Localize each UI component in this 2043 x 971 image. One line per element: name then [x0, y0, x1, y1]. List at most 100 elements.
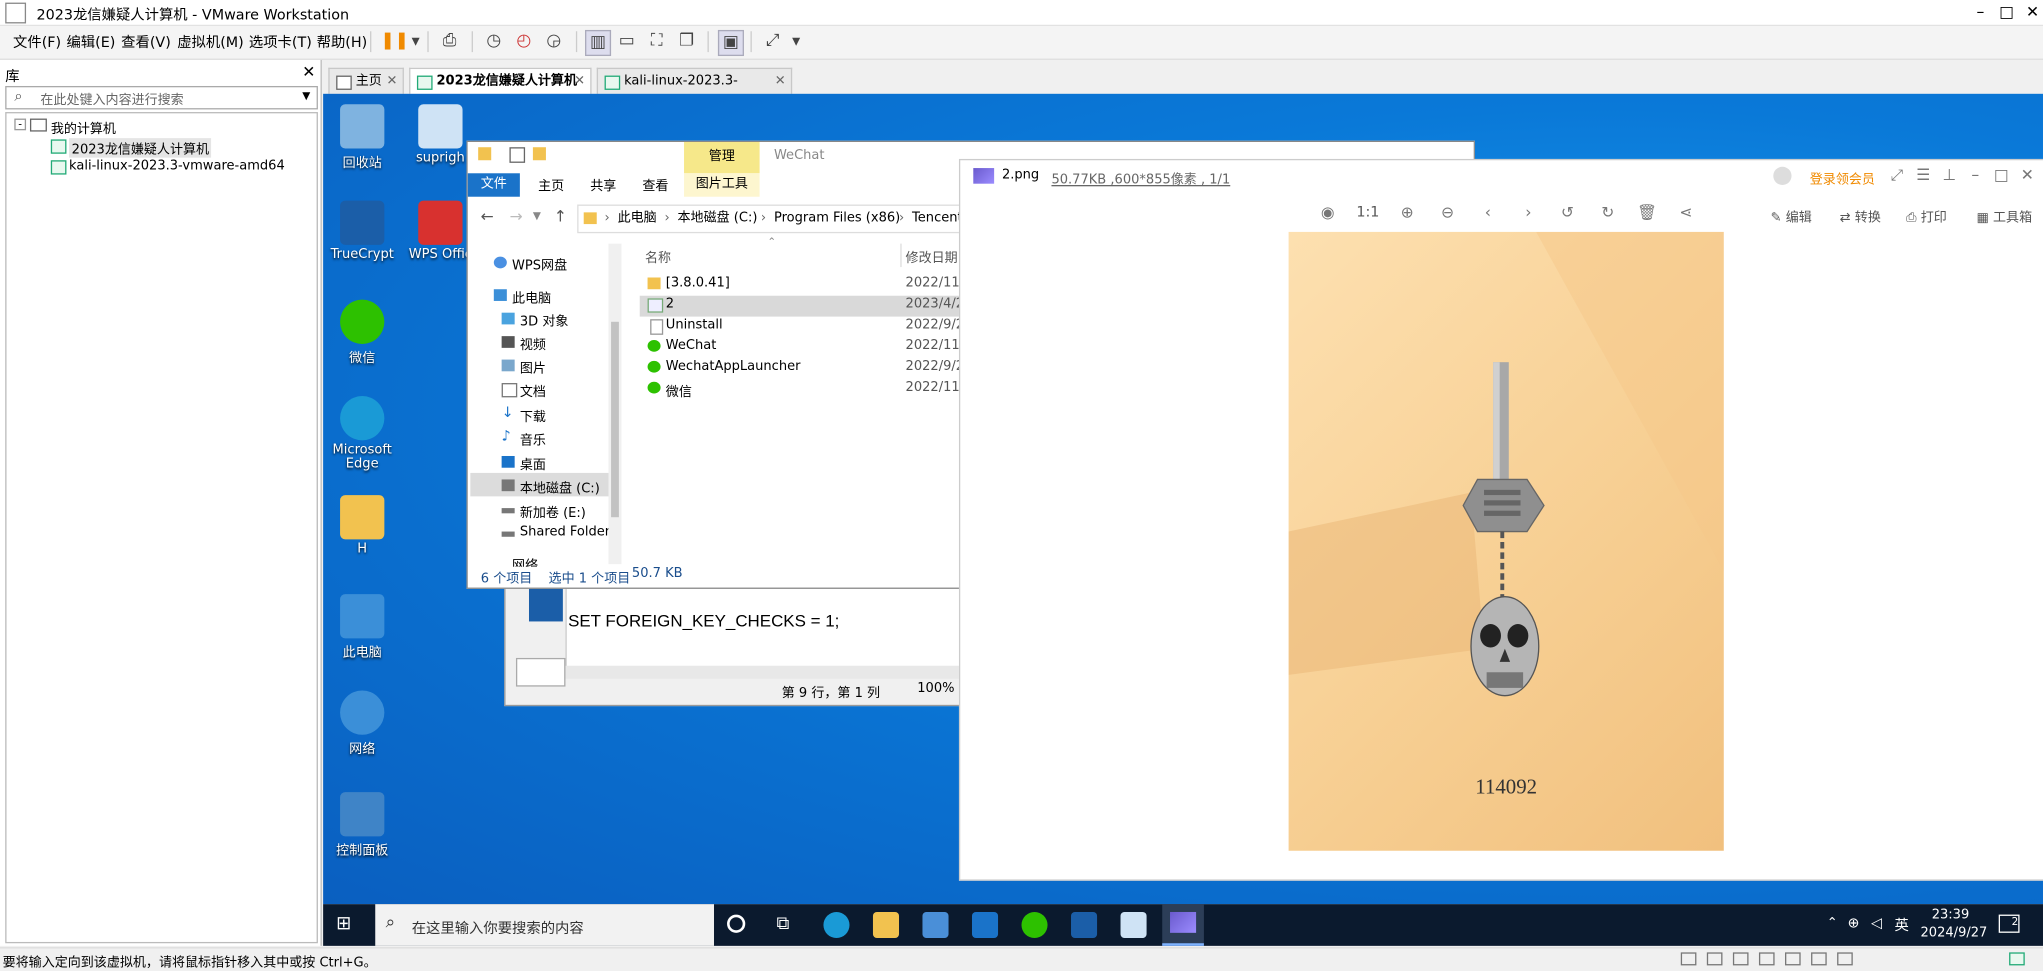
menu-help[interactable]: 帮助(H)	[317, 31, 368, 52]
vm-status-icon[interactable]	[2009, 952, 2025, 966]
ribbon-tab-view[interactable]: 查看	[642, 175, 668, 194]
column-divider[interactable]	[900, 243, 902, 268]
console-icon[interactable]: ▣	[717, 29, 744, 57]
nav-local-disk-c[interactable]: 本地磁盘 (C:)	[501, 477, 600, 496]
edit-button[interactable]: ✎ 编辑	[1771, 206, 1812, 225]
cd-icon[interactable]	[1706, 952, 1723, 966]
print-button[interactable]: ⎙ 打印	[1906, 206, 1947, 225]
nav-downloads[interactable]: ↓ 下载	[502, 404, 546, 425]
new-folder-icon[interactable]	[532, 147, 546, 161]
store-icon[interactable]	[922, 911, 949, 939]
close-tab-icon[interactable]: ✕	[386, 69, 397, 95]
breadcrumb-item[interactable]: 本地磁盘 (C:)	[678, 206, 758, 232]
properties-icon[interactable]	[509, 147, 526, 163]
snapshot-manager-icon[interactable]: ◶	[542, 30, 565, 53]
thumbnail-bar-icon[interactable]: ▭	[615, 30, 638, 53]
rotate-right-icon[interactable]: ↻	[1596, 203, 1619, 221]
nav-videos[interactable]: 视频	[501, 334, 546, 353]
delete-icon[interactable]: 🗑	[1635, 203, 1658, 221]
nav-network[interactable]: 网络	[512, 554, 538, 567]
close-icon[interactable]: ✕	[2016, 165, 2039, 183]
ribbon-tab-share[interactable]: 共享	[590, 175, 616, 194]
clock-date[interactable]: 2024/9/27	[1921, 926, 1988, 940]
printer-icon[interactable]	[1811, 952, 1827, 966]
file-row[interactable]: Uninstall	[650, 318, 723, 335]
network-icon[interactable]: 网络	[323, 690, 404, 757]
chevron-down-icon[interactable]: ▼	[533, 210, 541, 222]
tab-home[interactable]: 主页 ✕	[328, 67, 404, 95]
context-tab-manage[interactable]: 管理	[684, 142, 760, 174]
notepad-icon[interactable]	[1120, 911, 1147, 939]
wechat-icon[interactable]: 微信	[323, 299, 404, 366]
menu-tabs[interactable]: 选项卡(T)	[249, 31, 312, 52]
tree-item-vm1[interactable]: 2023龙信嫌疑人计算机	[69, 138, 212, 158]
next-icon[interactable]: ›	[1517, 203, 1540, 221]
wechat-icon[interactable]	[1021, 911, 1048, 939]
chevron-up-icon[interactable]: ⌃	[1827, 916, 1838, 930]
send-keys-icon[interactable]: ⎙	[438, 30, 461, 53]
tree-item-vm2[interactable]: kali-linux-2023.3-vmware-amd64	[69, 159, 285, 173]
task-view-icon[interactable]: ⧉	[777, 913, 790, 934]
minimize-icon[interactable]: –	[1967, 3, 1993, 21]
unity-icon[interactable]: ❐	[675, 30, 698, 53]
login-vip-link[interactable]: 登录领会员	[1810, 168, 1875, 187]
breadcrumb-item[interactable]: Tencent	[912, 206, 963, 232]
sound-icon[interactable]	[1785, 952, 1801, 966]
this-pc-icon[interactable]: 此电脑	[323, 594, 404, 661]
library-search-input[interactable]: ⌕ 在此处键入内容进行搜索 ▼	[5, 85, 318, 110]
forward-arrow-icon[interactable]: →	[509, 207, 522, 225]
truecrypt-icon[interactable]	[1071, 911, 1098, 939]
tab-vm1[interactable]: 2023龙信嫌疑人计算机 ✕	[409, 67, 592, 94]
edge-icon[interactable]	[823, 911, 850, 939]
hard-disk-icon[interactable]	[1680, 952, 1697, 966]
breadcrumb-item[interactable]: Program Files (x86)	[774, 206, 900, 232]
share-icon[interactable]: ⋖	[1674, 203, 1697, 221]
fullscreen-icon[interactable]: ⛶	[645, 30, 668, 53]
menu-file[interactable]: 文件(F)	[13, 31, 61, 52]
file-explorer-icon[interactable]	[872, 911, 900, 939]
breadcrumb-item[interactable]: 此电脑	[618, 206, 657, 232]
collapse-icon[interactable]: -	[14, 118, 27, 131]
network-adapter-icon[interactable]	[1732, 952, 1749, 966]
nav-shared-folders[interactable]: Shared Folders	[501, 525, 617, 539]
image-viewer-taskbar-button[interactable]	[1162, 904, 1204, 946]
nav-3d-objects[interactable]: 3D 对象	[501, 310, 568, 330]
network-status-icon[interactable]: ⊕	[1848, 915, 1860, 932]
chevron-down-icon[interactable]: ▼	[302, 90, 310, 102]
truecrypt-icon[interactable]: TrueCrypt	[323, 200, 404, 262]
convert-button[interactable]: ⇄ 转换	[1840, 206, 1881, 225]
nav-documents[interactable]: 文档	[501, 380, 546, 400]
recycle-bin-icon[interactable]: 回收站	[323, 104, 404, 171]
nav-wps-drive[interactable]: WPS网盘	[493, 254, 567, 274]
clock-time[interactable]: 23:39	[1921, 908, 1981, 922]
mail-icon[interactable]	[971, 911, 999, 939]
tab-vm2[interactable]: kali-linux-2023.3-vmware-am... ✕	[596, 67, 793, 115]
previous-icon[interactable]: ‹	[1476, 203, 1499, 221]
notification-icon[interactable]: 2	[1998, 914, 2020, 933]
snapshot-icon[interactable]: ◷	[482, 30, 505, 53]
stretch-icon[interactable]: ⤢	[761, 30, 784, 53]
file-row[interactable]: WechatAppLauncher	[647, 360, 800, 374]
column-name[interactable]: 名称	[645, 246, 671, 265]
actual-size-button[interactable]: 1:1	[1356, 203, 1379, 220]
library-toggle-icon[interactable]: ▥	[585, 29, 612, 57]
nav-this-pc[interactable]: 此电脑	[493, 287, 551, 306]
taskbar-search[interactable]: ⌕ 在这里输入你要搜索的内容	[375, 904, 715, 946]
usb-icon[interactable]	[1758, 952, 1775, 966]
nav-desktop[interactable]: 桌面	[501, 453, 546, 473]
pin-icon[interactable]: ⊥	[1937, 165, 1960, 183]
close-icon[interactable]: ✕	[2020, 3, 2043, 21]
file-row[interactable]: WeChat	[647, 339, 716, 353]
nav-new-volume-e[interactable]: 新加卷 (E:)	[501, 502, 586, 521]
horizontal-scrollbar[interactable]	[565, 665, 972, 679]
mouse-icon[interactable]: ◉	[1316, 203, 1339, 221]
maximize-icon[interactable]: □	[1990, 165, 2013, 183]
display-icon[interactable]	[1837, 952, 1853, 966]
control-panel-icon[interactable]: 控制面板	[323, 792, 404, 859]
nav-scrollbar[interactable]	[608, 243, 622, 565]
fullscreen-icon[interactable]: ⤢	[1885, 165, 1908, 185]
tree-root[interactable]: 我的计算机	[51, 117, 116, 136]
avatar[interactable]	[1773, 166, 1792, 186]
start-icon[interactable]: ⊞	[336, 915, 354, 933]
zoom-out-icon[interactable]: ⊖	[1436, 203, 1459, 221]
